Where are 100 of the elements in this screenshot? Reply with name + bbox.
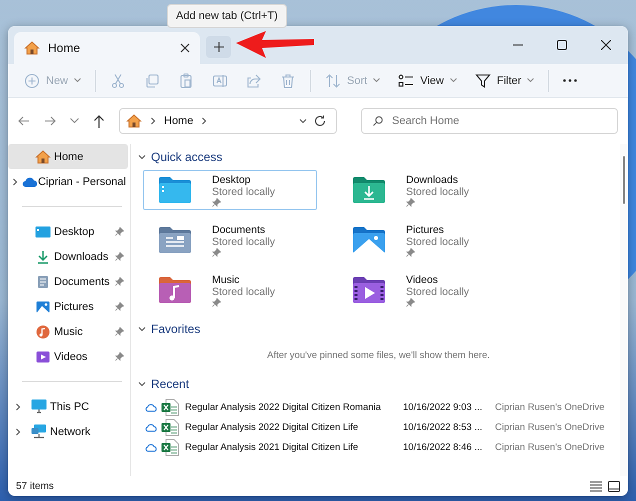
folder-status: Stored locally: [406, 286, 470, 298]
chevron-icon[interactable]: [298, 116, 308, 126]
folder-status: Stored locally: [212, 286, 276, 298]
pin-icon: [212, 248, 221, 256]
scrollbar[interactable]: [620, 144, 628, 476]
chevron-icon[interactable]: [137, 152, 147, 162]
filter-button[interactable]: Filter: [466, 68, 542, 92]
pin-icon: [115, 327, 124, 336]
section-header[interactable]: Favorites: [137, 320, 620, 338]
search-field[interactable]: Search Home: [361, 108, 618, 134]
section-header[interactable]: Recent: [137, 375, 620, 393]
address-bar[interactable]: Home: [119, 108, 337, 134]
chevron-icon[interactable]: [13, 402, 23, 412]
spreadsheet-file-icon: [161, 418, 179, 436]
section-title: Recent: [151, 377, 190, 391]
sidebar-item[interactable]: Desktop: [8, 219, 130, 244]
recent-locations-caret-icon[interactable]: [70, 118, 79, 124]
tiles-view-icon[interactable]: [608, 480, 620, 492]
sidebar-item[interactable]: Network: [8, 419, 130, 444]
folder-icon: [158, 176, 192, 204]
breadcrumb[interactable]: Home: [164, 115, 194, 127]
file-name[interactable]: Regular Analysis 2022 Digital Citizen Romania: [185, 402, 399, 412]
forward-arrow-icon[interactable]: [44, 115, 56, 127]
music-icon: [36, 324, 50, 338]
folder-status: Stored locally: [212, 186, 276, 198]
folder-name: Desktop: [212, 174, 252, 186]
chevron-icon[interactable]: [137, 379, 147, 389]
pin-icon: [115, 227, 124, 236]
spreadsheet-file-icon: [161, 438, 179, 456]
chevron-icon[interactable]: [13, 426, 23, 436]
download-icon: [36, 250, 50, 264]
house-icon: [126, 113, 142, 129]
file-name[interactable]: Regular Analysis 2021 Digital Citizen Life: [185, 442, 399, 452]
file-date: 10/16/2022 9:03 ...: [403, 402, 484, 412]
plus-circle-icon: [24, 72, 40, 88]
details-view-icon[interactable]: [590, 480, 602, 492]
plus-icon: [214, 42, 224, 52]
close-icon[interactable]: [601, 40, 611, 50]
tab[interactable]: Home: [14, 32, 200, 64]
scrollbar-thumb[interactable]: [623, 156, 625, 204]
sidebar-item[interactable]: Videos: [8, 344, 130, 369]
pin-icon: [406, 198, 415, 206]
file-location: Ciprian Rusen's OneDrive: [495, 442, 605, 452]
folder-tile[interactable]: Documents Stored locally: [143, 220, 317, 260]
sidebar-item-label: Network: [50, 426, 92, 438]
folder-tile[interactable]: Videos Stored locally: [337, 270, 511, 310]
sidebar-item-label: Documents: [54, 276, 111, 288]
folder-tile[interactable]: Desktop Stored locally: [143, 170, 317, 210]
download-folder-icon: [352, 176, 386, 204]
view-button[interactable]: View: [390, 68, 465, 92]
pin-icon: [406, 248, 415, 256]
filter-icon: [474, 72, 491, 88]
up-arrow-icon[interactable]: [93, 114, 105, 128]
folder-name: Music: [212, 274, 240, 286]
network-icon: [31, 424, 47, 439]
cloud-outline-icon: [145, 442, 157, 452]
refresh-icon[interactable]: [314, 115, 326, 127]
document-icon: [36, 274, 50, 288]
sidebar-item[interactable]: Documents: [8, 269, 130, 294]
pin-icon: [115, 352, 124, 361]
sidebar-item-label: This PC: [50, 400, 90, 412]
sidebar-item[interactable]: Home: [8, 144, 128, 169]
section-header[interactable]: Quick access: [137, 148, 620, 166]
folder-name: Downloads: [406, 174, 459, 186]
video-icon: [36, 350, 50, 364]
chevron-icon[interactable]: [148, 116, 158, 126]
new-tab-button[interactable]: [206, 36, 231, 58]
sidebar-item[interactable]: Downloads: [8, 244, 130, 269]
back-arrow-icon[interactable]: [18, 115, 30, 127]
item-count: 57 items: [16, 480, 54, 492]
more-icon: [563, 79, 578, 82]
spreadsheet-file-icon: [161, 398, 179, 416]
house-icon: [35, 148, 51, 164]
share-icon: [246, 72, 262, 88]
maximize-icon[interactable]: [557, 40, 567, 50]
cloud-icon: [22, 176, 38, 188]
sidebar-item[interactable]: This PC: [8, 394, 130, 419]
tooltip: Add new tab (Ctrl+T): [167, 4, 287, 28]
close-tab-icon[interactable]: [180, 43, 190, 53]
cloud-outline-icon: [145, 422, 157, 432]
folder-tile[interactable]: Downloads Stored locally: [337, 170, 511, 210]
section-title: Favorites: [151, 322, 200, 336]
sidebar-item[interactable]: Pictures: [8, 294, 130, 319]
folder-tile[interactable]: Music Stored locally: [143, 270, 317, 310]
folder-tile[interactable]: Pictures Stored locally: [337, 220, 511, 260]
file-name[interactable]: Regular Analysis 2022 Digital Citizen Life: [185, 422, 399, 432]
rename-icon: [212, 72, 228, 88]
pin-icon: [406, 298, 415, 306]
trash-icon: [280, 72, 296, 88]
sidebar-item-label: Music: [54, 326, 84, 338]
monitor-icon: [31, 399, 47, 414]
folder-name: Pictures: [406, 224, 445, 236]
sidebar-item[interactable]: Ciprian - Personal: [8, 169, 130, 194]
music-folder-icon: [158, 276, 192, 304]
dropdown-caret-icon: [373, 78, 380, 83]
sidebar-item[interactable]: Music: [8, 319, 130, 344]
folder-status: Stored locally: [212, 236, 276, 248]
view-list-icon: [398, 72, 414, 88]
chevron-icon[interactable]: [137, 324, 147, 334]
videos-folder-icon: [352, 276, 386, 304]
